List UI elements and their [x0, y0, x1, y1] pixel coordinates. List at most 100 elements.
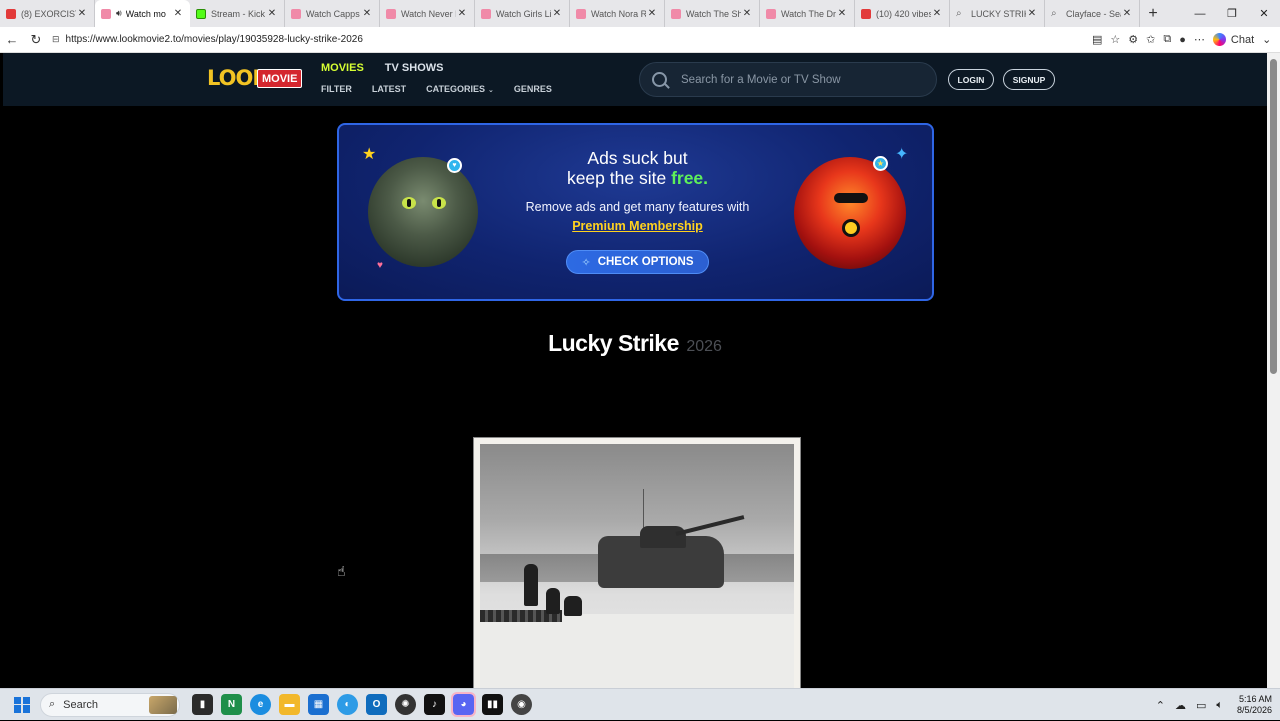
close-tab-icon[interactable]: ✕ — [172, 8, 184, 19]
main-nav: MOVIES TV SHOWS — [321, 62, 443, 74]
youtube-favicon-icon — [861, 8, 871, 19]
favorites-icon[interactable]: ✩ — [1146, 33, 1155, 46]
clock[interactable]: 5:16 AM 8/5/2026 — [1237, 694, 1272, 716]
chat-button[interactable]: Chat — [1212, 33, 1255, 46]
search-input[interactable] — [681, 73, 921, 86]
audio-app-icon[interactable]: ▮▮ — [482, 694, 503, 715]
discord-icon[interactable]: ◕ — [451, 692, 476, 717]
url-field[interactable]: ⊟ https://www.lookmovie2.to/movies/play/… — [52, 30, 1062, 50]
edge-icon[interactable]: e — [250, 694, 271, 715]
close-window-icon[interactable]: ✕ — [1248, 0, 1280, 27]
back-arrow-icon[interactable]: ← — [0, 28, 24, 52]
address-bar: ← ↻ ⊟ https://www.lookmovie2.to/movies/p… — [0, 27, 1280, 53]
sidebar-toggle-icon[interactable]: ⌄ — [1262, 33, 1271, 46]
signup-button[interactable]: SIGNUP — [1003, 69, 1055, 90]
new-tab-button[interactable]: + — [1140, 0, 1166, 27]
youtube-favicon-icon — [671, 8, 681, 19]
close-tab-icon[interactable]: ✕ — [646, 8, 658, 19]
close-tab-icon[interactable]: ✕ — [361, 8, 373, 19]
tab-label: Watch mo — [125, 8, 166, 19]
store-icon[interactable]: ▦ — [308, 694, 329, 715]
page-scrollbar[interactable] — [1267, 53, 1280, 688]
movie-title: Lucky Strike 2026 — [3, 330, 1267, 357]
browser-tab[interactable]: ⌕ Clayface - Searc✕ — [1045, 0, 1140, 27]
movie-year: 2026 — [686, 338, 722, 355]
taskbar-apps: ▮ N e ▬ ▦ ◐ O ✺ ♪ ◕ ▮▮ ◉ — [192, 692, 532, 717]
close-tab-icon[interactable]: ✕ — [741, 8, 753, 19]
premium-membership-link[interactable]: Premium Membership — [339, 219, 932, 233]
volume-icon[interactable]: 🔈︎ — [1216, 699, 1223, 712]
cloud-icon[interactable]: ☁ — [1175, 699, 1186, 712]
nav-movies[interactable]: MOVIES — [321, 62, 364, 74]
collections-icon[interactable]: ⧉ — [1163, 33, 1171, 46]
browser-tab[interactable]: Watch Nora Ro✕ — [570, 0, 665, 27]
nav-filter[interactable]: FILTER — [321, 84, 352, 94]
browser-tab[interactable]: Watch The Dra ✕ — [760, 0, 855, 27]
minimize-icon[interactable]: — — [1184, 0, 1216, 27]
browser-tab[interactable]: ⌕ LUCKY STRIKE✕ — [950, 0, 1045, 27]
tab-label: (10) 420 vibes — [876, 8, 931, 19]
nav-tv-shows[interactable]: TV SHOWS — [385, 62, 444, 74]
movie-poster[interactable] — [473, 437, 801, 688]
nav-categories[interactable]: CATEGORIES ⌄ — [426, 84, 494, 94]
tiktok-icon[interactable]: ♪ — [424, 694, 445, 715]
close-tab-icon[interactable]: ✕ — [1026, 8, 1038, 19]
youtube-favicon-icon — [576, 8, 586, 19]
tab-label: Watch The She — [686, 8, 741, 19]
app-icon[interactable]: ◐ — [337, 694, 358, 715]
extensions-icon[interactable]: ⚙ — [1128, 33, 1138, 46]
login-button[interactable]: LOGIN — [948, 69, 994, 90]
browser-tab[interactable]: Watch Girls Like✕ — [475, 0, 570, 27]
close-tab-icon[interactable]: ✕ — [931, 8, 943, 19]
refresh-icon[interactable]: ↻ — [24, 28, 48, 52]
scrollbar-thumb[interactable] — [1270, 59, 1277, 374]
close-tab-icon[interactable]: ✕ — [551, 8, 563, 19]
nav-genres[interactable]: GENRES — [514, 84, 552, 94]
browser-tab[interactable]: Stream - Kick D✕ — [190, 0, 285, 27]
taskbar-search[interactable]: ⌕ Search — [40, 692, 180, 717]
restore-icon[interactable]: ❐ — [1216, 0, 1248, 27]
site-logo[interactable]: LOOK MOVIE — [207, 66, 303, 92]
window-controls: — ❐ ✕ — [1184, 0, 1280, 27]
youtube-favicon-icon — [6, 8, 16, 19]
site-header: LOOK MOVIE MOVIES TV SHOWS FILTER LATEST… — [3, 53, 1267, 106]
display-icon[interactable]: ▭ — [1196, 699, 1206, 712]
browser-tab[interactable]: (10) 420 vibes ✕ — [855, 0, 950, 27]
chevron-up-icon[interactable]: ⌃ — [1156, 699, 1165, 712]
page-viewport: LOOK MOVIE MOVIES TV SHOWS FILTER LATEST… — [3, 53, 1267, 688]
profile-avatar-icon[interactable]: ● — [1179, 34, 1186, 46]
browser-tab[interactable]: Watch Capps Ca✕ — [285, 0, 380, 27]
nav-latest[interactable]: LATEST — [372, 84, 406, 94]
free-text: free. — [671, 168, 709, 188]
chatgpt-icon[interactable]: ✺ — [395, 694, 416, 715]
speaker-icon[interactable]: 🔊︎ — [116, 8, 122, 19]
taskbar-search-label: Search — [63, 698, 99, 711]
file-explorer-icon[interactable]: ▬ — [279, 694, 300, 715]
reader-view-icon[interactable]: ▤ — [1092, 33, 1102, 46]
favorite-star-icon[interactable]: ☆ — [1110, 33, 1120, 46]
outlook-icon[interactable]: O — [366, 694, 387, 715]
close-tab-icon[interactable]: ✕ — [1121, 8, 1133, 19]
site-info-icon[interactable]: ⊟ — [52, 34, 60, 45]
chat-label: Chat — [1230, 33, 1255, 46]
task-view-icon[interactable]: ▮ — [192, 694, 213, 715]
browser-tab[interactable]: Watch Never M✕ — [380, 0, 475, 27]
obs-icon[interactable]: ◉ — [511, 694, 532, 715]
check-options-button[interactable]: ✧ CHECK OPTIONS — [566, 250, 709, 274]
close-tab-icon[interactable]: ✕ — [266, 8, 278, 19]
search-box[interactable] — [639, 62, 937, 97]
tab-label: Watch The Dra — [781, 8, 836, 19]
browser-tab[interactable]: 🔊︎ Watch mo ✕ — [95, 0, 190, 27]
close-tab-icon[interactable]: ✕ — [76, 8, 88, 19]
browser-tab[interactable]: (8) EXORCIST Ex✕ — [0, 0, 95, 27]
youtube-favicon-icon — [766, 8, 776, 19]
tab-label: Watch Nora Ro — [591, 8, 646, 19]
youtube-favicon-icon — [101, 8, 111, 19]
more-dots-icon[interactable]: ⋯ — [1194, 33, 1205, 46]
windows-start-icon[interactable] — [14, 696, 30, 713]
close-tab-icon[interactable]: ✕ — [836, 8, 848, 19]
browser-tab[interactable]: Watch The She✕ — [665, 0, 760, 27]
news-app-icon[interactable]: N — [221, 694, 242, 715]
close-tab-icon[interactable]: ✕ — [456, 8, 468, 19]
tab-label: Stream - Kick D — [211, 8, 266, 19]
